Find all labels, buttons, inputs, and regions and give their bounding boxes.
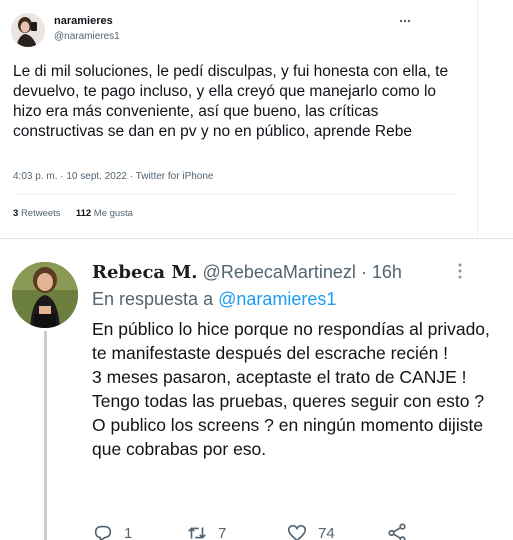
tweet-text: Le di mil soluciones, le pedí disculpas,… xyxy=(13,63,449,140)
retweet-count: 7 xyxy=(218,524,227,540)
author-handle[interactable]: @naramieres1 xyxy=(54,31,120,42)
tweet-timestamp[interactable]: 4:03 p. m. · 10 sept. 2022 · Twitter for… xyxy=(13,171,213,182)
divider xyxy=(13,194,458,195)
more-icon[interactable] xyxy=(398,14,412,28)
avatar-photo xyxy=(11,13,45,47)
more-icon[interactable] xyxy=(452,262,468,280)
tweet-time[interactable]: · 16h xyxy=(361,262,402,282)
avatar-naramieres[interactable] xyxy=(11,13,45,47)
retweets-label[interactable]: Retweets xyxy=(21,208,61,219)
likes-label[interactable]: Me gusta xyxy=(94,208,133,219)
reply-prefix: En respuesta a xyxy=(92,289,214,309)
avatar-rebeca[interactable] xyxy=(12,262,78,328)
reply-count: 1 xyxy=(124,524,133,540)
share-button[interactable] xyxy=(386,522,418,540)
reply-button[interactable]: 1 xyxy=(92,522,132,540)
retweet-icon xyxy=(188,527,206,539)
tweet-text-line: En público lo hice porque no respondías … xyxy=(92,319,490,363)
tweet-text: En público lo hice porque no respondías … xyxy=(92,317,492,461)
retweets-count[interactable]: 3 xyxy=(13,208,18,219)
tweet-stats: 3 Retweets 112 Me gusta xyxy=(13,208,133,219)
section-divider xyxy=(0,238,513,239)
reply-context: En respuesta a @naramieres1 xyxy=(92,289,336,310)
like-count: 74 xyxy=(318,524,335,540)
thread-line xyxy=(44,331,47,540)
like-icon xyxy=(287,524,307,540)
original-tweet: naramieres @naramieres1 Le di mil soluci… xyxy=(0,0,478,236)
share-icon xyxy=(388,523,406,540)
tweet-actions: 1 7 74 xyxy=(92,522,422,540)
retweet-button[interactable]: 7 xyxy=(186,522,226,540)
tweet-text-line: 3 meses pasaron, aceptaste el trato de C… xyxy=(92,367,485,459)
like-button[interactable]: 74 xyxy=(286,522,335,540)
author-name[interactable]: Rebeca M. xyxy=(92,262,198,283)
avatar-photo xyxy=(12,262,78,328)
likes-count[interactable]: 112 xyxy=(76,208,91,219)
reply-header: Rebeca M. @RebecaMartinezl · 16h xyxy=(92,262,402,283)
reply-icon xyxy=(94,525,112,540)
reply-to-link[interactable]: @naramieres1 xyxy=(218,289,336,309)
author-name[interactable]: naramieres xyxy=(54,15,113,27)
author-handle[interactable]: @RebecaMartinezl xyxy=(203,262,356,282)
